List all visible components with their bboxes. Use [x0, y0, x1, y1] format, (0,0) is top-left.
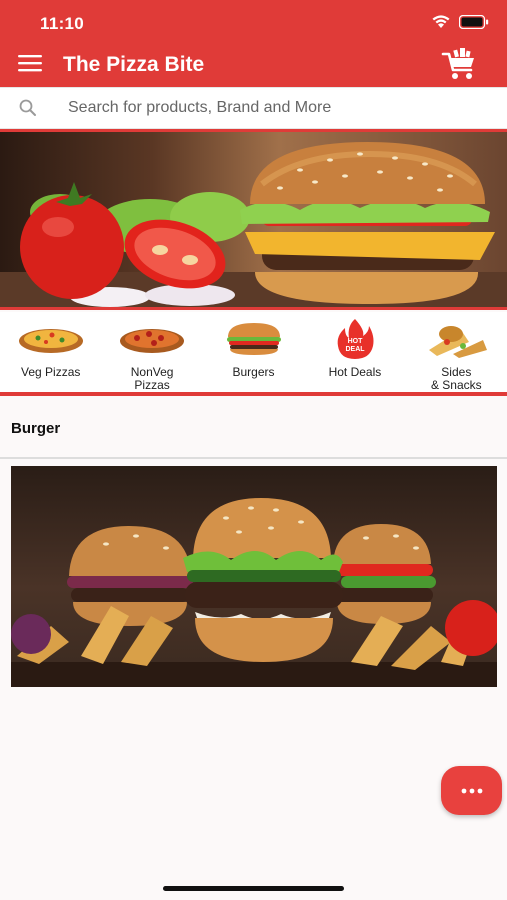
category-label: Sides & Snacks — [430, 365, 482, 392]
svg-text:DEAL: DEAL — [345, 346, 365, 353]
promo-banner[interactable] — [0, 132, 507, 310]
burger-feature-image[interactable] — [11, 466, 497, 687]
status-icons — [431, 14, 489, 29]
veg-pizza-icon — [16, 320, 86, 358]
category-strip: Veg Pizzas NonVeg Pizzas Burgers HOT DEA… — [0, 312, 507, 392]
category-label: Veg Pizzas — [21, 365, 81, 379]
battery-icon — [459, 14, 489, 29]
search-icon — [18, 98, 38, 123]
category-label: Hot Deals — [328, 365, 382, 379]
app-header: 11:10 The Pizza Bite — [0, 0, 507, 135]
wifi-icon — [431, 14, 451, 29]
hot-deals-icon: HOT DEAL — [320, 319, 390, 359]
category-sides-snacks[interactable]: Sides & Snacks — [406, 312, 507, 392]
shopping-cart-icon[interactable] — [441, 48, 477, 82]
home-indicator[interactable] — [163, 886, 344, 891]
nonveg-pizza-icon — [117, 320, 187, 358]
category-veg-pizzas[interactable]: Veg Pizzas — [0, 312, 101, 392]
category-hot-deals[interactable]: HOT DEAL Hot Deals — [304, 312, 405, 392]
category-nonveg-pizzas[interactable]: NonVeg Pizzas — [101, 312, 202, 392]
hamburger-menu-icon[interactable] — [18, 53, 46, 77]
category-divider — [0, 392, 507, 396]
search-bar — [0, 87, 507, 129]
section-divider — [0, 457, 507, 459]
section-title: Burger — [11, 420, 61, 437]
more-options-button[interactable] — [441, 766, 502, 815]
svg-text:HOT: HOT — [348, 338, 364, 345]
sides-snacks-icon — [421, 320, 491, 358]
category-label: NonVeg Pizzas — [130, 365, 174, 392]
burger-icon — [219, 320, 289, 358]
category-burgers[interactable]: Burgers — [203, 312, 304, 392]
category-label: Burgers — [232, 365, 275, 379]
status-time: 11:10 — [40, 14, 85, 33]
app-title: The Pizza Bite — [63, 53, 205, 76]
more-dots-icon — [461, 788, 482, 793]
search-input[interactable] — [68, 88, 488, 128]
